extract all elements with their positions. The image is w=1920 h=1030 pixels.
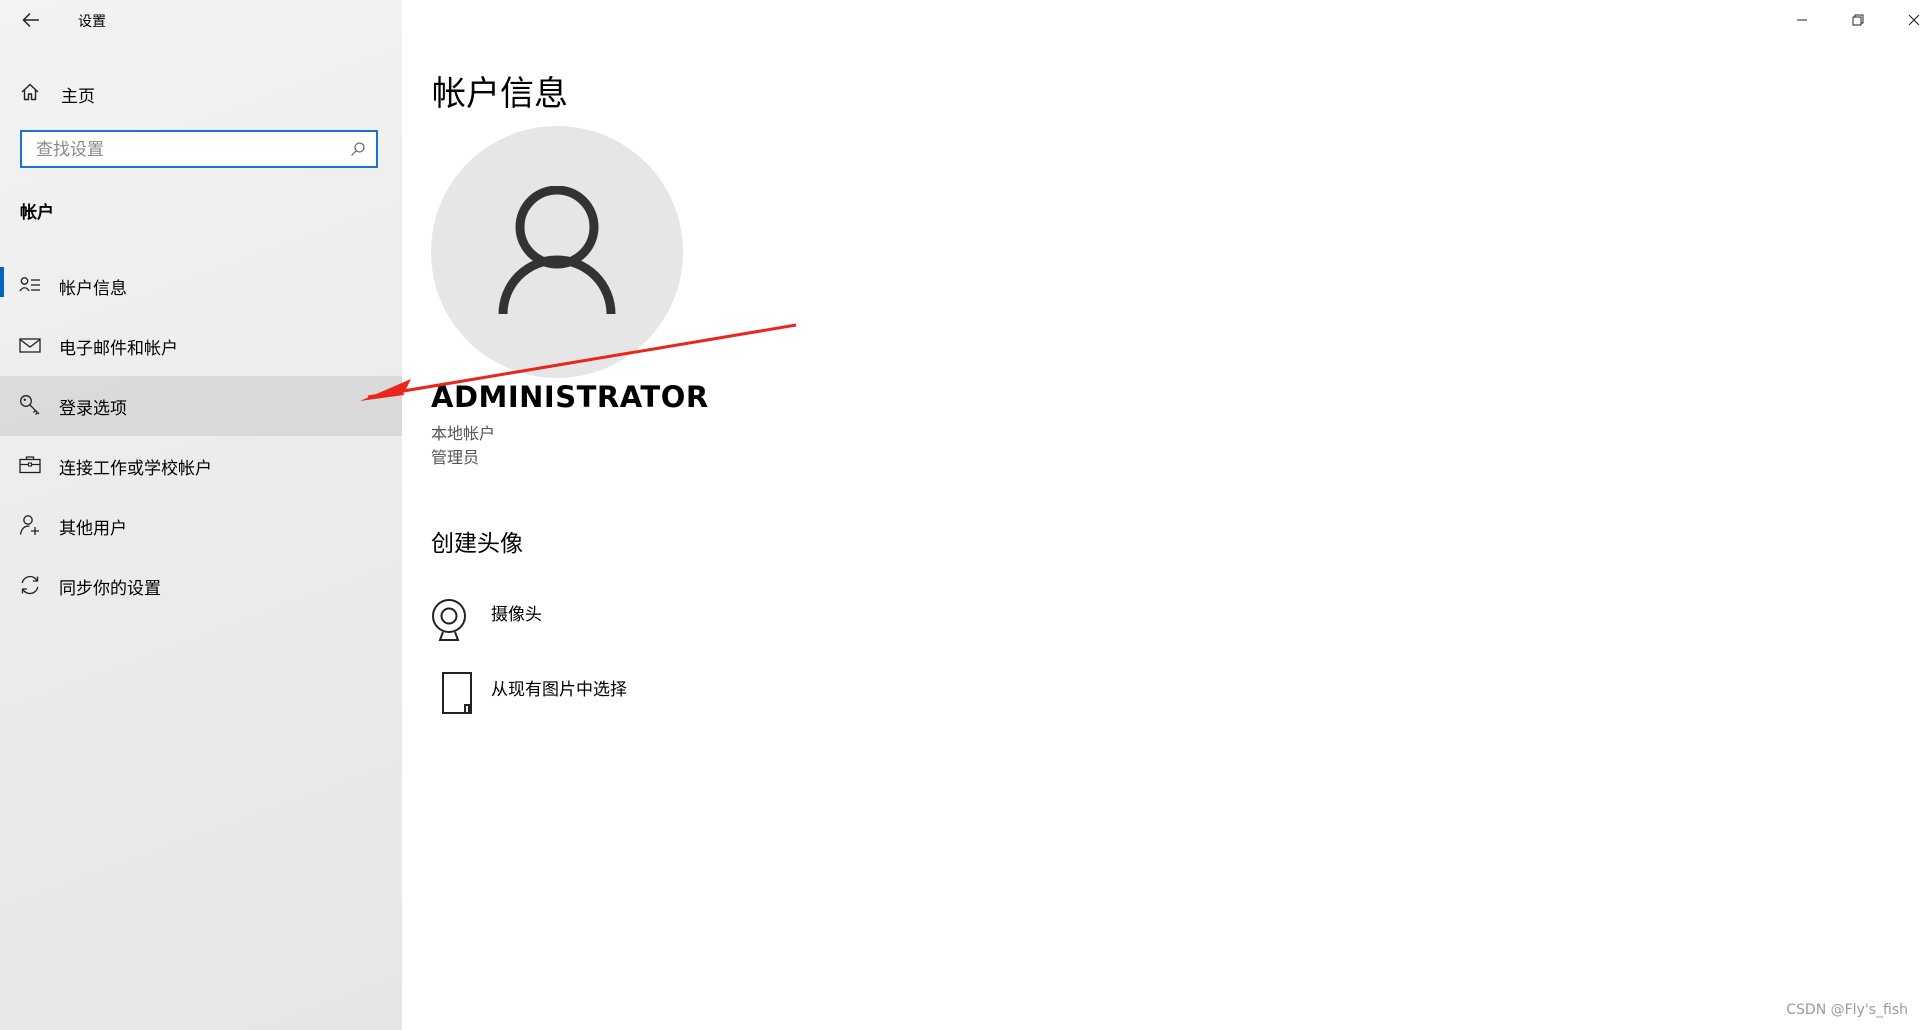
restore-button[interactable] [1830, 0, 1886, 40]
sidebar-item-work-school[interactable]: 连接工作或学校帐户 [0, 436, 402, 496]
search-icon[interactable] [350, 141, 366, 157]
close-button[interactable] [1886, 0, 1920, 40]
person-add-icon [19, 515, 39, 535]
back-arrow-icon [22, 12, 39, 28]
sidebar-item-label: 登录选项 [59, 399, 127, 419]
briefcase-icon [19, 456, 41, 474]
avatar [431, 126, 683, 378]
section-label-accounts: 帐户 [20, 203, 54, 223]
main-content: 帐户信息 ADMINISTRATOR 本地帐户 管理员 创建头像 摄像头 从现有… [402, 0, 1920, 1030]
account-type: 本地帐户 [431, 424, 496, 443]
page-title: 帐户信息 [432, 74, 568, 114]
close-icon [1908, 14, 1920, 26]
search-box[interactable] [20, 130, 378, 168]
minimize-button[interactable] [1774, 0, 1830, 40]
search-input[interactable] [34, 138, 338, 162]
app-title: 设置 [78, 14, 106, 30]
sidebar-item-account-info[interactable]: 帐户信息 [0, 256, 402, 316]
back-button[interactable] [14, 4, 48, 36]
sidebar-item-sign-in-options[interactable]: 登录选项 [0, 376, 402, 436]
camera-option[interactable]: 摄像头 [431, 596, 751, 656]
mail-icon [19, 338, 41, 353]
watermark: CSDN @Fly's_fish [1786, 1002, 1908, 1018]
sidebar-item-email-accounts[interactable]: 电子邮件和帐户 [0, 316, 402, 376]
selected-indicator [0, 267, 4, 297]
picture-file-icon [442, 672, 472, 714]
sidebar-item-label: 其他用户 [59, 519, 127, 539]
webcam-icon [432, 599, 466, 641]
minimize-icon [1797, 19, 1807, 21]
browse-picture-option[interactable]: 从现有图片中选择 [431, 671, 751, 731]
sync-icon [21, 575, 39, 595]
key-icon [20, 395, 40, 415]
sidebar-nav: 帐户信息 电子邮件和帐户 登录选项 连接工作或学校帐户 其他用户 同步你的设置 [0, 256, 402, 616]
sidebar-item-label: 同步你的设置 [59, 579, 161, 599]
restore-icon [1852, 14, 1864, 26]
sidebar-item-label: 帐户信息 [59, 279, 127, 299]
option-label: 摄像头 [491, 605, 542, 625]
sidebar-item-label: 电子邮件和帐户 [59, 339, 178, 359]
user-name: ADMINISTRATOR [431, 380, 709, 414]
sidebar-item-sync-settings[interactable]: 同步你的设置 [0, 556, 402, 616]
sidebar-item-label: 连接工作或学校帐户 [59, 459, 212, 479]
account-role: 管理员 [431, 448, 480, 467]
nav-home-label: 主页 [61, 87, 95, 107]
home-icon [21, 83, 39, 101]
account-info-icon [19, 277, 40, 292]
option-label: 从现有图片中选择 [491, 680, 627, 700]
nav-home[interactable]: 主页 [0, 72, 402, 112]
sidebar: 设置 主页 帐户 帐户信息 [0, 0, 402, 1030]
create-avatar-heading: 创建头像 [431, 531, 523, 557]
sidebar-item-other-users[interactable]: 其他用户 [0, 496, 402, 556]
user-silhouette-icon [498, 186, 616, 315]
